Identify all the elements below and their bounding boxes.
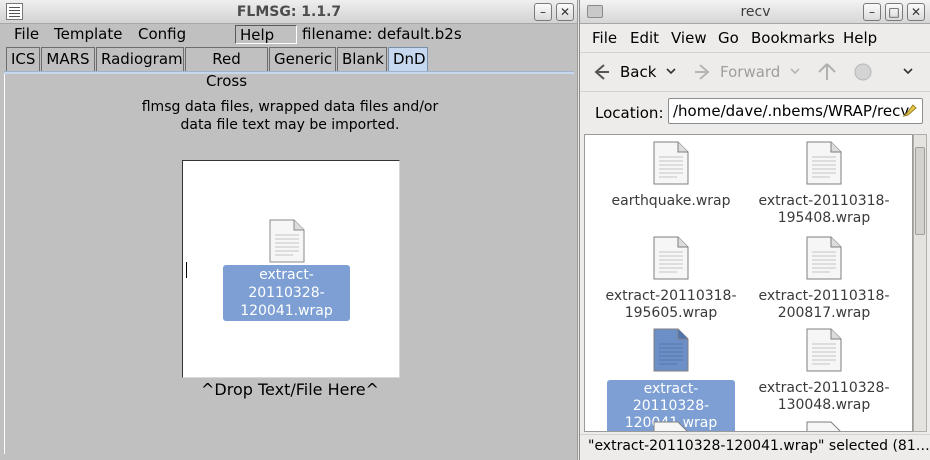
- file-item[interactable]: earthquake.wrap: [596, 141, 746, 210]
- navigation-toolbar: Back Forward: [580, 52, 930, 92]
- file-name-label: extract-20110318- 195605.wrap: [601, 288, 741, 322]
- text-cursor: [186, 262, 187, 278]
- tab-radiogram[interactable]: Radiogram: [96, 47, 184, 71]
- menu-file[interactable]: File: [592, 29, 617, 47]
- document-icon: [749, 328, 899, 376]
- dropped-file-name-line-1: extract-20110328-: [248, 267, 325, 301]
- document-icon: [596, 421, 746, 431]
- document-icon: [749, 421, 899, 431]
- menu-bookmarks[interactable]: Bookmarks: [751, 29, 835, 47]
- dropped-file-name-line-2: 120041.wrap: [240, 303, 333, 319]
- file-name-line-1: extract-20110318-: [758, 193, 890, 209]
- scrollbar-thumb[interactable]: [915, 147, 925, 235]
- recv-titlebar[interactable]: recv – □ ✕: [580, 0, 930, 24]
- document-icon: [269, 219, 305, 267]
- file-manager-window: recv – □ ✕ File Edit View Go Bookmarks H…: [579, 0, 930, 460]
- file-name-line-2: 200817.wrap: [777, 305, 871, 321]
- location-label: Location:: [595, 104, 664, 122]
- file-name-label: earthquake.wrap: [601, 193, 741, 210]
- maximize-button[interactable]: □: [885, 3, 903, 21]
- file-name-label: extract-20110318- 200817.wrap: [754, 288, 894, 322]
- close-button[interactable]: ✕: [556, 3, 574, 21]
- file-name-label: extract-20110318- 195408.wrap: [754, 193, 894, 227]
- document-icon: [596, 328, 746, 376]
- flmsg-window-title: FLMSG: 1.1.7: [236, 4, 342, 20]
- file-item-partial[interactable]: [749, 421, 899, 431]
- dnd-description: flmsg data files, wrapped data files and…: [5, 98, 575, 134]
- document-icon: [749, 141, 899, 189]
- flmsg-titlebar[interactable]: FLMSG: 1.1.7 – ✕: [0, 0, 577, 24]
- file-name-line-1: extract-20110328-: [632, 381, 710, 414]
- edit-location-icon[interactable]: [902, 102, 918, 118]
- tab-generic[interactable]: Generic: [269, 47, 336, 71]
- tab-dnd[interactable]: DnD: [388, 47, 428, 71]
- menu-template[interactable]: Template: [54, 25, 122, 44]
- location-bar: Location:: [580, 94, 930, 130]
- tab-blank[interactable]: Blank: [337, 47, 387, 71]
- file-item[interactable]: extract-20110328-120041.wrap: [596, 328, 746, 431]
- description-line-2: data file text may be imported.: [180, 117, 400, 133]
- dropped-file-label[interactable]: extract-20110328- 120041.wrap: [223, 265, 350, 321]
- file-name-line-1: earthquake.wrap: [611, 193, 731, 209]
- dnd-panel: flmsg data files, wrapped data files and…: [4, 74, 574, 454]
- status-text: "extract-20110328-120041.wrap" selected …: [588, 438, 930, 454]
- document-icon: [596, 141, 746, 189]
- flmsg-menubar: File Template Config Help filename: defa…: [4, 24, 574, 44]
- file-name-line-2: 195605.wrap: [624, 305, 718, 321]
- menu-help[interactable]: Help: [843, 29, 877, 47]
- file-item[interactable]: extract-20110318- 195408.wrap: [749, 141, 899, 227]
- tab-mars[interactable]: MARS: [41, 47, 95, 71]
- file-name-line-1: extract-20110328-: [758, 380, 890, 396]
- file-name-line-1: extract-20110318-: [758, 288, 890, 304]
- menu-view[interactable]: View: [671, 29, 707, 47]
- recv-menubar: File Edit View Go Bookmarks Help: [580, 26, 930, 50]
- forward-arrow-icon: [695, 64, 710, 80]
- menu-config[interactable]: Config: [138, 25, 186, 44]
- document-icon: [596, 236, 746, 284]
- file-name-line-2: 195408.wrap: [777, 210, 871, 226]
- back-arrow-icon[interactable]: [592, 62, 612, 82]
- file-item[interactable]: extract-20110318- 195605.wrap: [596, 236, 746, 322]
- menu-edit[interactable]: Edit: [630, 29, 659, 47]
- file-item[interactable]: extract-20110328- 130048.wrap: [749, 328, 899, 414]
- tab-red-cross[interactable]: Red Cross: [185, 47, 268, 90]
- menu-help[interactable]: Help: [235, 25, 297, 44]
- close-button[interactable]: ✕: [907, 3, 925, 21]
- file-item-partial[interactable]: [596, 421, 746, 431]
- minimize-button[interactable]: –: [863, 3, 881, 21]
- stop-icon: [854, 63, 872, 81]
- menu-go[interactable]: Go: [718, 29, 739, 47]
- menu-file[interactable]: File: [14, 25, 39, 44]
- flmsg-window: FLMSG: 1.1.7 – ✕ File Template Config He…: [0, 0, 578, 460]
- file-item[interactable]: extract-20110318- 200817.wrap: [749, 236, 899, 322]
- tab-ics[interactable]: ICS: [6, 47, 40, 71]
- drop-caption: ^Drop Text/File Here^: [201, 380, 379, 399]
- minimize-button[interactable]: –: [534, 3, 552, 21]
- up-arrow-icon[interactable]: [816, 61, 838, 83]
- file-name-label: extract-20110328- 130048.wrap: [754, 380, 894, 414]
- vertical-scrollbar[interactable]: [913, 134, 927, 432]
- chevron-down-icon: [790, 68, 800, 75]
- chevron-down-icon[interactable]: [665, 65, 677, 77]
- forward-button[interactable]: Forward: [720, 63, 780, 81]
- back-button[interactable]: Back: [620, 63, 656, 81]
- document-icon: [749, 236, 899, 284]
- filename-label: filename: default.b2s: [302, 25, 462, 43]
- description-line-1: flmsg data files, wrapped data files and…: [141, 99, 439, 115]
- chevron-down-icon[interactable]: [902, 65, 914, 77]
- file-name-line-2: 130048.wrap: [777, 397, 871, 413]
- file-name-line-1: extract-20110318-: [605, 288, 737, 304]
- location-input[interactable]: [668, 98, 923, 124]
- drop-target[interactable]: extract-20110328- 120041.wrap: [182, 160, 400, 378]
- status-bar: "extract-20110328-120041.wrap" selected …: [580, 434, 930, 460]
- file-icon-view[interactable]: earthquake.wrap extract-20110318- 195408.w…: [584, 134, 913, 432]
